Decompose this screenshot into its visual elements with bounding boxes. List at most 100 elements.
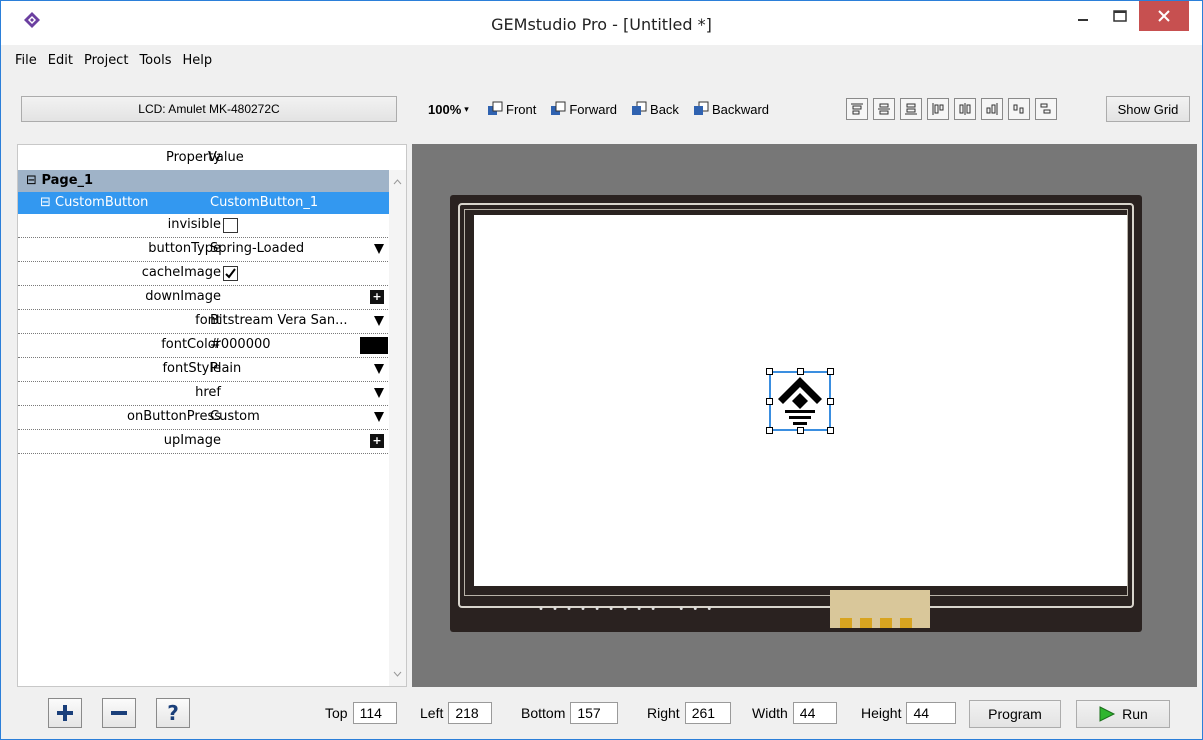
menu-edit[interactable]: Edit <box>44 53 80 68</box>
lcd-select-button[interactable]: LCD: Amulet MK-480272C <box>21 96 397 122</box>
add-image-icon[interactable]: + <box>370 290 384 304</box>
property-row-href: href <box>18 382 406 406</box>
close-button[interactable] <box>1139 1 1189 31</box>
scroll-arrows-icon <box>393 179 402 677</box>
property-row-cacheimage: cacheImage <box>18 262 406 286</box>
distribute-horizontal-icon <box>1013 104 1024 114</box>
property-scrollbar[interactable] <box>389 170 406 686</box>
property-row-fontcolor: fontColor #000000 <box>18 334 406 358</box>
minus-icon <box>111 711 127 715</box>
property-name: href <box>195 385 221 400</box>
show-grid-button[interactable]: Show Grid <box>1106 96 1190 122</box>
align-center-button[interactable] <box>954 98 976 120</box>
property-row-upimage: upImage + <box>18 430 406 454</box>
property-value[interactable]: Plain <box>210 361 241 376</box>
width-field: Width 44 <box>752 702 837 724</box>
run-button[interactable]: Run <box>1076 700 1170 728</box>
minimize-button[interactable] <box>1063 1 1103 31</box>
help-button[interactable]: ? <box>156 698 190 728</box>
property-value[interactable]: #000000 <box>210 337 271 352</box>
property-grid: Property Value ⊟ Page_1 ⊟ CustomButton C… <box>17 144 407 687</box>
distribute-horizontal-button[interactable] <box>1008 98 1030 120</box>
property-value[interactable]: Spring-Loaded <box>210 241 304 256</box>
height-input[interactable]: 44 <box>906 702 957 724</box>
align-right-icon <box>986 103 998 115</box>
send-backward-icon <box>693 101 709 115</box>
property-value[interactable]: Bitstream Vera San... <box>210 313 348 328</box>
program-button[interactable]: Program <box>969 700 1061 728</box>
align-group <box>846 97 1062 121</box>
zoom-dropdown[interactable]: 100% ▾ <box>428 97 469 121</box>
add-image-icon[interactable]: + <box>370 434 384 448</box>
resize-handle[interactable] <box>766 398 773 405</box>
align-bottom-button[interactable] <box>900 98 922 120</box>
design-canvas[interactable]: ••••••••• ••• <box>412 144 1197 687</box>
distribute-vertical-button[interactable] <box>1035 98 1057 120</box>
dropdown-arrow-icon[interactable] <box>374 412 384 422</box>
right-input[interactable]: 261 <box>684 702 731 724</box>
align-left-button[interactable] <box>927 98 949 120</box>
collapse-icon[interactable]: ⊟ <box>40 195 51 210</box>
property-row-downimage: downImage + <box>18 286 406 310</box>
menu-file[interactable]: File <box>11 53 44 68</box>
resize-handle[interactable] <box>827 368 834 375</box>
top-input[interactable]: 114 <box>352 702 397 724</box>
width-input[interactable]: 44 <box>792 702 837 724</box>
selected-custom-button[interactable] <box>766 368 834 434</box>
bring-front-button[interactable]: Front <box>487 101 536 117</box>
play-icon <box>1099 706 1116 722</box>
align-center-icon <box>959 103 971 115</box>
resize-handle[interactable] <box>766 427 773 434</box>
dropdown-arrow-icon[interactable] <box>374 244 384 254</box>
page-node[interactable]: ⊟ Page_1 <box>18 170 406 192</box>
align-top-button[interactable] <box>846 98 868 120</box>
app-window: GEMstudio Pro - [Untitled *] File Edit P… <box>0 0 1203 740</box>
send-backward-button[interactable]: Backward <box>693 101 769 117</box>
property-name: onButtonPress <box>127 409 221 424</box>
toolbar: LCD: Amulet MK-480272C 100% ▾ Front Forw… <box>1 76 1202 138</box>
bring-front-icon <box>488 101 503 115</box>
collapse-icon[interactable]: ⊟ <box>26 173 37 188</box>
resize-handle[interactable] <box>797 427 804 434</box>
bottom-field: Bottom 157 <box>521 702 619 724</box>
maximize-button[interactable] <box>1103 1 1137 31</box>
resize-handle[interactable] <box>766 368 773 375</box>
bring-forward-button[interactable]: Forward <box>550 101 617 117</box>
right-field: Right 261 <box>647 702 731 724</box>
cacheimage-checkbox[interactable] <box>223 266 238 281</box>
align-top-icon <box>851 103 863 115</box>
menu-help[interactable]: Help <box>178 53 219 68</box>
align-middle-icon <box>878 103 890 115</box>
pcb-dots: ••••••••• ••• <box>538 604 721 615</box>
bottom-input[interactable]: 157 <box>570 702 619 724</box>
menu-project[interactable]: Project <box>80 53 135 68</box>
height-field: Height 44 <box>861 702 957 724</box>
resize-handle[interactable] <box>827 398 834 405</box>
menu-tools[interactable]: Tools <box>135 53 178 68</box>
add-button[interactable] <box>48 698 82 728</box>
remove-button[interactable] <box>102 698 136 728</box>
arrange-group: Front Forward Back Backward <box>487 97 783 121</box>
color-swatch[interactable] <box>360 337 388 354</box>
resize-handle[interactable] <box>827 427 834 434</box>
widget-node[interactable]: ⊟ CustomButton CustomButton_1 <box>18 192 406 214</box>
align-right-button[interactable] <box>981 98 1003 120</box>
page-node-label: Page_1 <box>41 173 94 188</box>
property-row-invisible: invisible <box>18 214 406 238</box>
align-left-icon <box>932 103 944 115</box>
invisible-checkbox[interactable] <box>223 218 238 233</box>
property-name: downImage <box>145 289 221 304</box>
property-value[interactable]: Custom <box>210 409 260 424</box>
property-name: upImage <box>163 433 221 448</box>
send-back-button[interactable]: Back <box>631 101 679 117</box>
menu-bar: File Edit Project Tools Help <box>1 47 1202 73</box>
left-input[interactable]: 218 <box>448 702 493 724</box>
checkmark-icon <box>225 268 236 279</box>
align-middle-button[interactable] <box>873 98 895 120</box>
align-bottom-icon <box>905 103 917 115</box>
dropdown-arrow-icon[interactable] <box>374 364 384 374</box>
resize-handle[interactable] <box>797 368 804 375</box>
chevron-down-icon: ▾ <box>464 103 469 114</box>
dropdown-arrow-icon[interactable] <box>374 388 384 398</box>
dropdown-arrow-icon[interactable] <box>374 316 384 326</box>
